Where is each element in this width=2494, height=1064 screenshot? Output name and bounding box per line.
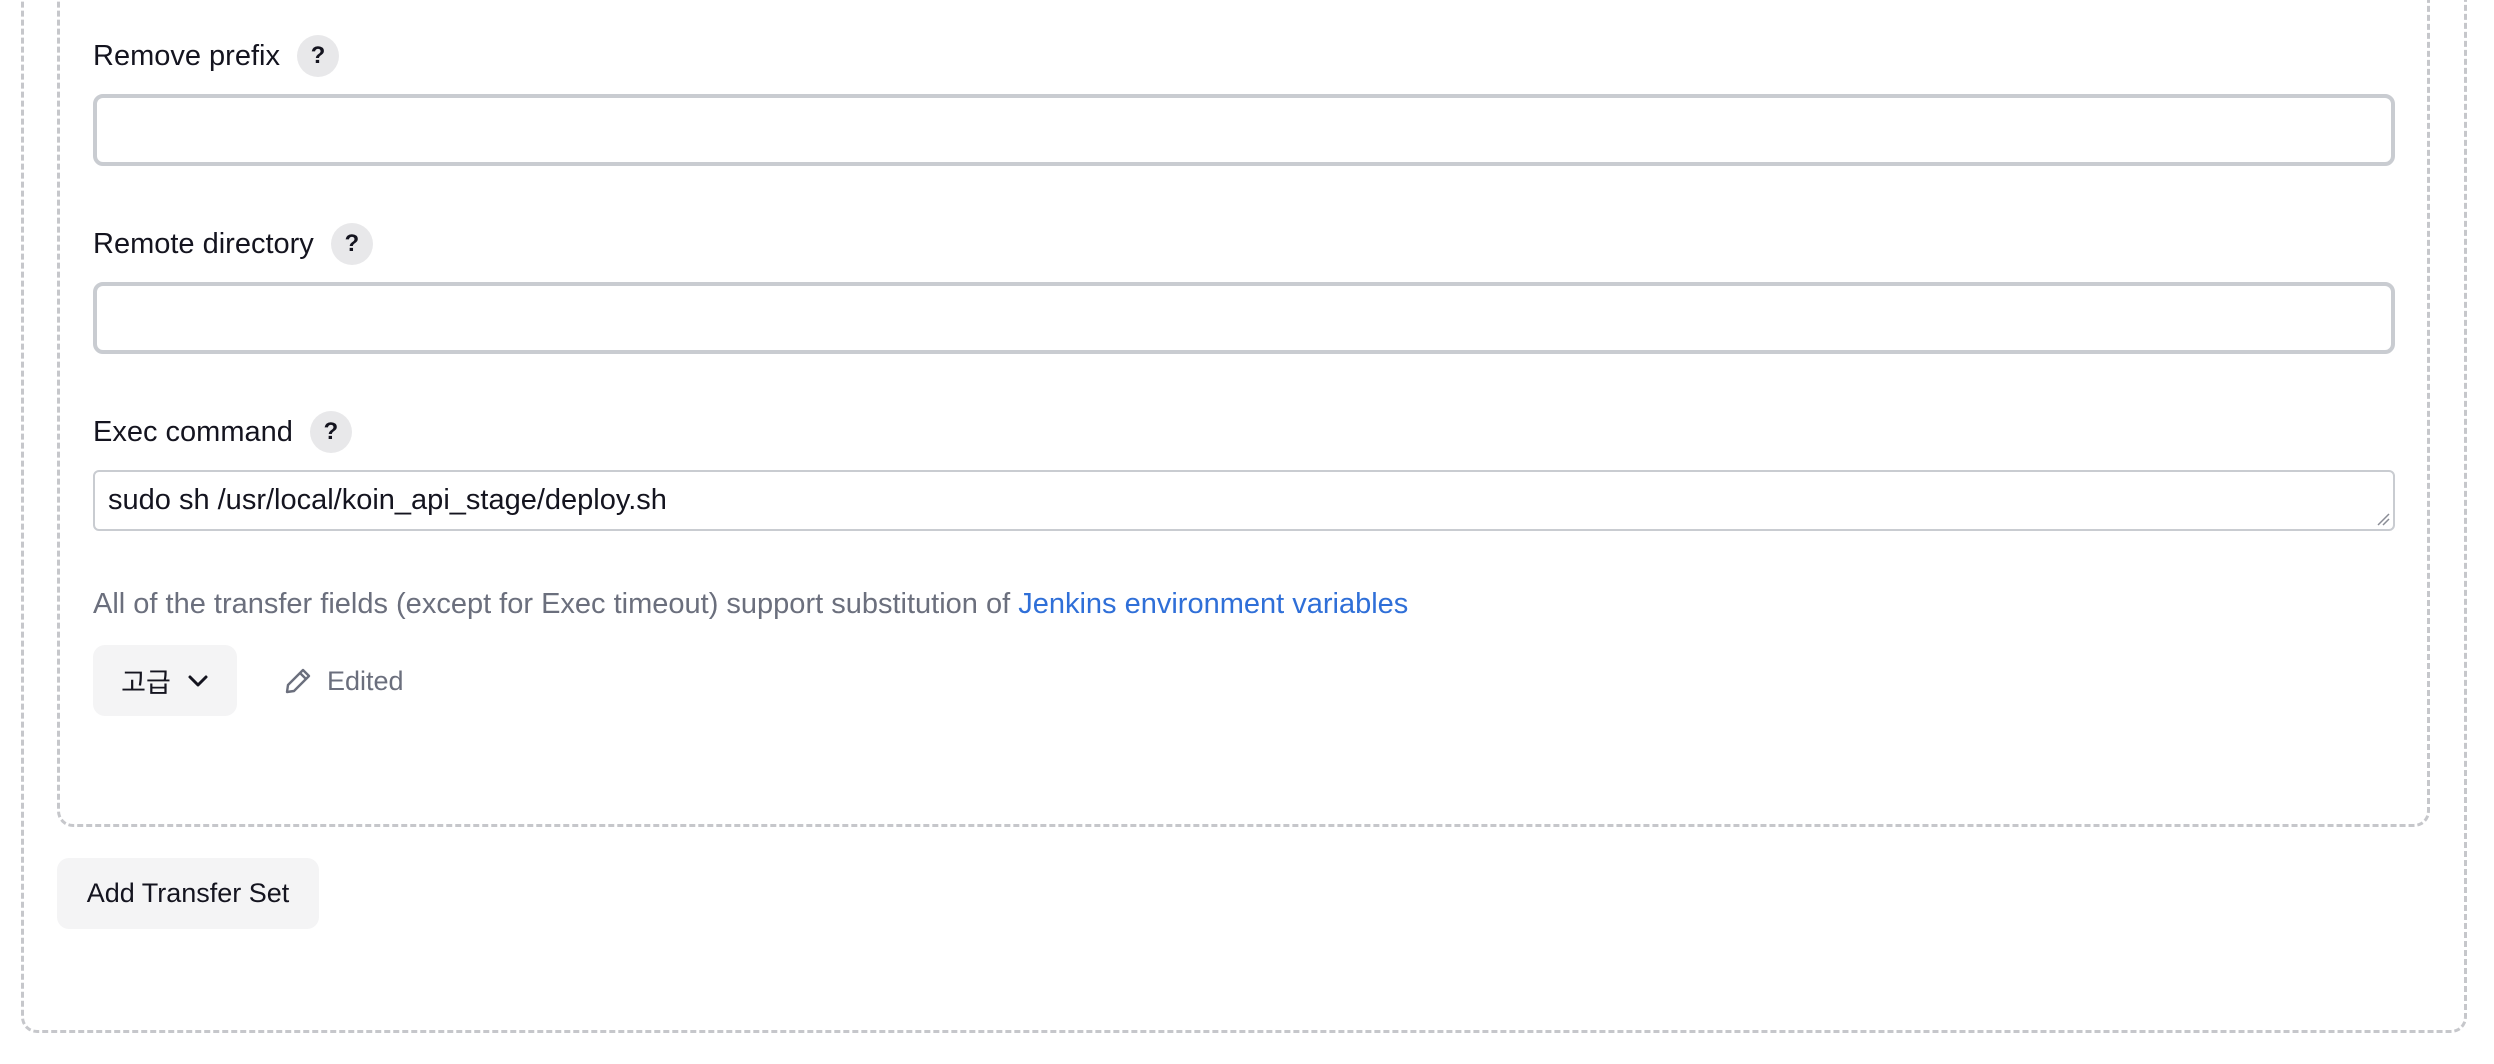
advanced-button-label: 고급 [121, 668, 171, 698]
jenkins-env-vars-link[interactable]: Jenkins environment variables [1018, 588, 1408, 620]
remote-directory-label: Remote directory [93, 227, 314, 260]
substitution-info-text: All of the transfer fields (except for E… [93, 588, 1019, 620]
add-transfer-set-button[interactable]: Add Transfer Set [57, 858, 319, 929]
exec-command-label-row: Exec command ? [93, 411, 352, 453]
remote-directory-help-button[interactable]: ? [330, 223, 373, 265]
exec-command-textarea[interactable]: sudo sh /usr/local/koin_api_stage/deploy… [93, 470, 2395, 531]
chevron-down-icon [188, 675, 208, 686]
remote-directory-input[interactable] [93, 282, 2395, 354]
remote-directory-label-row: Remote directory ? [93, 223, 373, 265]
pencil-icon [285, 668, 311, 694]
substitution-info: All of the transfer fields (except for E… [93, 588, 1408, 621]
remove-prefix-input[interactable] [93, 94, 2395, 166]
remove-prefix-help-button[interactable]: ? [296, 35, 339, 77]
resize-grip-icon[interactable] [2376, 512, 2390, 526]
remove-prefix-label-row: Remove prefix ? [93, 35, 339, 77]
edited-label: Edited [327, 665, 404, 696]
edited-indicator: Edited [283, 660, 404, 702]
exec-command-help-button[interactable]: ? [309, 411, 352, 453]
remove-prefix-label: Remove prefix [93, 39, 280, 72]
exec-command-label: Exec command [93, 415, 293, 448]
advanced-button[interactable]: 고급 [93, 645, 237, 716]
